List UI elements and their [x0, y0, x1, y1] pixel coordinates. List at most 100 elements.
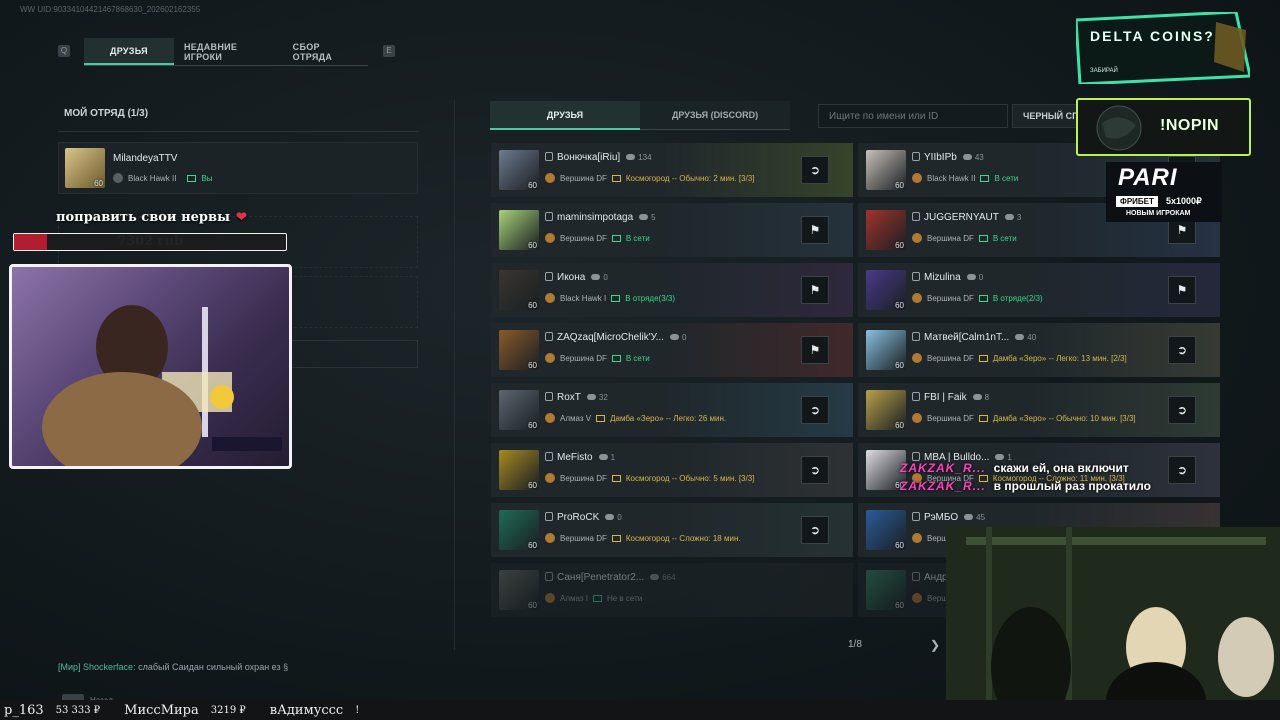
friend-name: YIIbIPb: [924, 152, 957, 163]
ticker-name: р_163: [4, 702, 44, 718]
invite-squad-button[interactable]: ⚑: [801, 276, 829, 304]
friend-status: В сети: [994, 173, 1019, 183]
search-input[interactable]: Ищите по имени или ID: [818, 104, 1008, 128]
tab-recent-players[interactable]: НЕДАВНИЕ ИГРОКИ: [174, 38, 283, 65]
level-label: 60: [528, 421, 537, 430]
level-label: 60: [895, 241, 904, 250]
gamepad-icon: [591, 274, 601, 280]
enter-icon: ➲: [1176, 403, 1188, 417]
level-label: 60: [895, 421, 904, 430]
join-game-button[interactable]: ➲: [801, 516, 829, 544]
friend-rank: Вершина DF: [560, 173, 607, 183]
gamepad-icon: [669, 334, 679, 340]
friend-status: Не в сети: [606, 593, 643, 603]
join-game-button[interactable]: ➲: [801, 456, 829, 484]
blacklist-button[interactable]: ЧЕРНЫЙ СП: [1012, 104, 1082, 128]
friend-card[interactable]: 60 ZAQzaq[MicroChelik'У... 0 Вершина DF В се…: [491, 323, 853, 377]
member-tag: Вы: [201, 173, 213, 183]
monitor-icon: [187, 174, 197, 182]
chat-line: ZAKZAK_R... в прошлый раз прокатило: [900, 477, 1245, 495]
delta-coins-text: DELTA COINS?: [1090, 28, 1215, 44]
friend-name: РэМБО: [924, 512, 959, 523]
member-status: Black Hawk II Вы: [113, 173, 213, 183]
level-label: 60: [895, 301, 904, 310]
friend-rank: Вершина DF: [927, 353, 974, 363]
uid-label: WW UID:90334104421467868630_202602162355: [20, 5, 201, 14]
pari-logo: PARI: [1118, 164, 1178, 191]
friend-name: RoxT: [557, 392, 581, 403]
friend-card[interactable]: 60 Матвей[Calm1nT... 40 Вершина DF Дамба «Зе…: [858, 323, 1220, 377]
friend-status-row: Алмаз I Не в сети: [545, 593, 642, 603]
chat-user: ZAKZAK_R...: [900, 461, 986, 475]
tab-friends-ingame[interactable]: ДРУЗЬЯ: [490, 101, 640, 130]
friend-name-row: FBI | Faik 8: [912, 392, 989, 403]
flag-invite-icon: ⚑: [1176, 283, 1188, 297]
friend-rank: Вершина DF: [560, 233, 607, 243]
join-game-button[interactable]: ➲: [1168, 396, 1196, 424]
rank-icon: [545, 593, 555, 603]
gamepad-icon: [586, 394, 596, 400]
friend-status: В сети: [992, 233, 1017, 243]
friend-card[interactable]: 60 RoxT 32 Алмаз V Дамба «Зеро» -- Легко: 26…: [491, 383, 853, 437]
friend-status-row: Вершина DF Космогород -- Сложно: 18 мин.: [545, 533, 741, 543]
rank-icon: [912, 353, 922, 363]
friend-rank: Верш: [927, 593, 948, 603]
music-video-overlay: [946, 527, 1280, 720]
games-played: 0: [605, 513, 622, 522]
pari-badge: ФРИБЕТ: [1116, 196, 1158, 207]
panel-divider: [454, 100, 455, 650]
ticker-amount: !: [355, 704, 360, 716]
rank-icon: [912, 233, 922, 243]
friend-name-row: RoxT 32: [545, 392, 608, 403]
friend-status-row: Black Hawk II В сети: [912, 173, 1018, 183]
badge-icon: [545, 572, 553, 581]
games-played: 32: [586, 393, 608, 402]
join-game-button[interactable]: ➲: [801, 156, 829, 184]
gamepad-icon: [964, 514, 974, 520]
tab-squad-finder[interactable]: СБОР ОТРЯДА: [283, 38, 368, 65]
streamer-webcam: [9, 264, 292, 469]
donation-bar-amount: 7302 rub: [116, 234, 184, 249]
games-count: 3: [1016, 213, 1022, 222]
join-game-button[interactable]: ➲: [801, 396, 829, 424]
gamepad-icon: [626, 154, 636, 160]
gamepad-icon: [639, 214, 649, 220]
games-count: 5: [651, 213, 656, 222]
friend-card[interactable]: 60 maminsimpotaga 5 Вершина DF В сети ⚑: [491, 203, 853, 257]
invite-squad-button[interactable]: ⚑: [801, 336, 829, 364]
friend-name-row: ProRoCK 0: [545, 512, 622, 523]
monitor-icon: [978, 234, 988, 242]
next-page-icon[interactable]: ❯: [930, 638, 940, 652]
tab-friends[interactable]: ДРУЗЬЯ: [84, 38, 174, 65]
games-played: 0: [669, 333, 687, 342]
friend-card[interactable]: 60 Икона 0 Black Hawk I В отряде(3/3) ⚑: [491, 263, 853, 317]
friend-name: Саня[Penetrator2...: [557, 572, 645, 583]
monitor-icon: [611, 294, 621, 302]
friend-rank: Вершина DF: [927, 233, 974, 243]
friend-status-row: Вершина DF В отряде(2/3): [912, 293, 1043, 303]
games-count: 0: [681, 333, 687, 342]
avatar: 60: [499, 330, 539, 370]
member-name: MilandeyaTTV: [113, 153, 178, 164]
games-count: 43: [974, 153, 984, 162]
enter-icon: ➲: [809, 523, 821, 537]
games-played: 3: [1004, 213, 1022, 222]
friend-status: Космогород -- Обычно: 2 мин. [3/3]: [625, 173, 755, 183]
friend-card[interactable]: 60 MeFisto 1 Вершина DF Космогород -- Обычно…: [491, 443, 853, 497]
badge-icon: [912, 392, 920, 401]
level-label: 60: [528, 361, 537, 370]
rank-icon: [912, 413, 922, 423]
squad-member-card[interactable]: 60 MilandeyaTTV Black Hawk II Вы: [58, 142, 418, 194]
donation-goal-label: поправить свои нервы: [56, 210, 231, 225]
friend-card[interactable]: 60 ProRoCK 0 Вершина DF Космогород -- Сложно…: [491, 503, 853, 557]
friend-card[interactable]: 60 Mizulina 0 Вершина DF В отряде(2/3) ⚑: [858, 263, 1220, 317]
tab-friends-discord[interactable]: ДРУЗЬЯ (DISCORD): [640, 101, 790, 130]
invite-squad-button[interactable]: ⚑: [1168, 276, 1196, 304]
friend-card[interactable]: 60 Саня[Penetrator2... 664 Алмаз I Не в сети: [491, 563, 853, 617]
friend-card[interactable]: 60 FBI | Faik 8 Вершина DF Дамба «Зеро» -- О…: [858, 383, 1220, 437]
invite-squad-button[interactable]: ⚑: [801, 216, 829, 244]
friend-card[interactable]: 60 Вонючка[iRiu] 134 Вершина DF Космогород -…: [491, 143, 853, 197]
join-game-button[interactable]: ➲: [1168, 336, 1196, 364]
rank-icon: [545, 533, 555, 543]
avatar: 60: [866, 330, 906, 370]
